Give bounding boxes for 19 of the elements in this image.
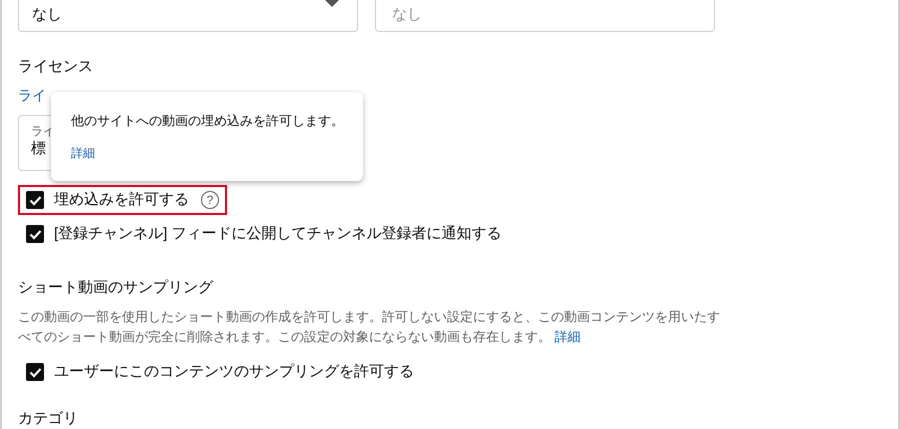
section-heading: ショート動画のサンプリング bbox=[18, 278, 213, 298]
checkbox-label: 埋め込みを許可する bbox=[54, 190, 189, 210]
checkbox-label: [登録チャンネル] フィードに公開してチャンネル登録者に通知する bbox=[54, 224, 502, 244]
dropdown-field[interactable]: なし bbox=[18, 0, 358, 32]
learn-more-link[interactable]: 詳細 bbox=[554, 329, 581, 344]
checkbox-label: ユーザーにこのコンテンツのサンプリングを許可する bbox=[54, 362, 414, 382]
text-field[interactable]: なし bbox=[375, 0, 715, 32]
license-link[interactable]: ライ bbox=[18, 85, 46, 105]
checkbox[interactable] bbox=[26, 363, 44, 381]
learn-more-link[interactable]: 詳細 bbox=[71, 144, 95, 162]
tooltip-text: 他のサイトへの動画の埋め込みを許可します。 bbox=[71, 112, 344, 130]
section-heading: ライセンス bbox=[18, 57, 93, 77]
checkbox[interactable] bbox=[26, 225, 44, 243]
field-value: 標 bbox=[31, 139, 46, 159]
caret-icon bbox=[325, 0, 339, 7]
help-icon[interactable]: ? bbox=[201, 191, 219, 209]
description-text: この動画の一部を使用したショート動画の作成を許可します。許可しない設定にすると、この動画コンテンツを用いたすべてのショート動画が完全に削除されます。この設定の対象にならない動画も存在します。 詳細 bbox=[18, 308, 720, 346]
section-heading: カテゴリ bbox=[18, 409, 78, 429]
checkbox[interactable] bbox=[26, 191, 44, 209]
